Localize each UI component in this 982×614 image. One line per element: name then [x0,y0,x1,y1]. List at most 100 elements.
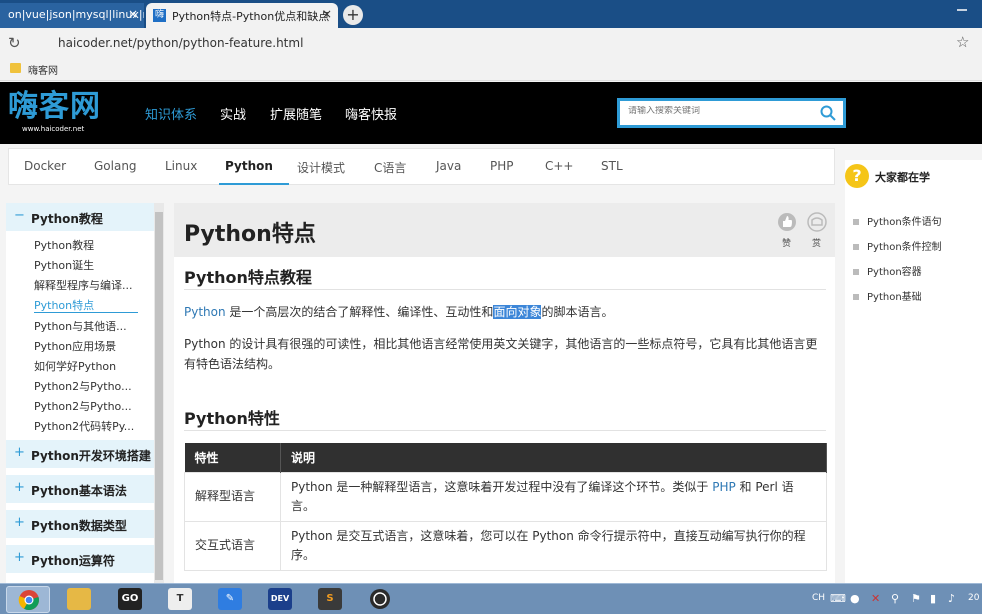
question-icon: ? [845,164,869,188]
active-item-underline [34,312,138,313]
features-table: 特性 说明 解释型语言 Python 是一种解释型语言，这意味着开发过程中没有了… [184,443,827,571]
bookmarks-bar: 嗨客网 [0,57,982,81]
sidebar-item[interactable]: 如何学好Python [34,358,116,374]
network-icon[interactable]: ✕ [871,592,880,605]
php-link[interactable]: PHP [712,480,736,494]
sidebar-item[interactable]: Python2与Pytho... [34,378,132,394]
site-logo[interactable]: 嗨客网 www.haicoder.net [8,89,102,139]
sidebar-item[interactable]: Python诞生 [34,257,94,273]
bullet-icon [853,219,859,225]
url-field[interactable]: haicoder.net/python/python-feature.html [32,32,942,54]
subnav-design-patterns[interactable]: 设计模式 [297,159,345,176]
taskbar-typora[interactable]: T [158,586,202,613]
sidebar-section-title: Python数据类型 [31,519,127,533]
pen-icon: ✎ [218,588,242,610]
subnav-stl[interactable]: STL [601,159,623,173]
nav-knowledge[interactable]: 知识体系 [145,104,197,123]
browser-tab[interactable]: on|vue|json|mysql|linux|re × [0,3,144,28]
reward-label: 赏 [812,239,822,249]
table-cell-description: Python 是交互式语言，这意味着，您可以在 Python 命令行提示符中，直… [280,520,827,571]
search-icon[interactable] [819,104,837,122]
nav-practice[interactable]: 实战 [220,104,246,123]
search-input[interactable] [628,106,818,116]
usb-icon[interactable]: ⚲ [891,592,899,605]
subnav-c[interactable]: C语言 [374,159,406,176]
article: Python特点 赞 赏 Python特点教程 Python 是一个高层次的结合… [174,203,835,583]
subnav-java[interactable]: Java [436,159,461,173]
tab-title: Python特点-Python优点和缺点 [172,10,330,23]
close-tab-icon[interactable]: × [322,7,332,21]
sidebar-section[interactable]: − Python教程 [6,203,154,231]
sidebar-section-title: Python运算符 [31,554,115,568]
new-tab-button[interactable]: + [343,5,363,25]
logo-text: 嗨客网 [8,89,101,124]
bookmark-star-icon[interactable]: ☆ [956,33,969,51]
taskbar-chrome[interactable] [6,586,50,613]
sidebar-item[interactable]: Python应用场景 [34,338,116,354]
taskbar-devcpp[interactable]: DEV [258,586,302,613]
keyboard-icon[interactable]: ⌨ [830,592,846,605]
table-header-row: 特性 说明 [184,443,827,472]
bullet-icon [853,294,859,300]
subnav-php[interactable]: PHP [490,159,514,173]
folder-icon [10,63,21,73]
popular-item-label: Python容器 [867,267,922,278]
reload-icon[interactable]: ↻ [8,34,21,52]
taskbar-obs[interactable] [358,586,402,613]
tray-app-icon[interactable]: ● [850,592,860,605]
sidebar-section[interactable]: + Python基本语法 [6,475,154,503]
sidebar-item[interactable]: Python教程 [34,237,94,253]
flag-icon[interactable]: ⚑ [911,592,921,605]
subnav-python[interactable]: Python [225,159,273,173]
sidebar-item[interactable]: 解释型程序与编译... [34,277,133,293]
browser-tabbar: on|vue|json|mysql|linux|re × 嗨 Python特点-… [0,0,982,28]
sidebar-item-active[interactable]: Python特点 [34,297,94,313]
popular-item[interactable]: Python基础 [853,288,922,303]
tray-language[interactable]: CH [812,593,825,603]
sidebar-scroll-thumb[interactable] [155,212,163,580]
nav-essays[interactable]: 扩展随笔 [270,104,322,123]
sidebar-item[interactable]: Python2代码转Py... [34,418,134,434]
bookmark-link[interactable]: 嗨客网 [28,62,58,77]
table-header-feature: 特性 [184,443,281,472]
reward-icon[interactable] [807,212,827,232]
table-row: 交互式语言 Python 是交互式语言，这意味着，您可以在 Python 命令行… [184,520,827,571]
sidebar-item[interactable]: Python与其他语... [34,318,127,334]
popular-item[interactable]: Python条件语句 [853,213,942,228]
sidebar-section[interactable]: + Python数据类型 [6,510,154,538]
popular-item[interactable]: Python条件控制 [853,238,942,253]
sidebar-section-title: Python开发环境搭建 [31,449,151,463]
taskbar-explorer[interactable] [57,586,101,613]
battery-icon[interactable]: ▮ [930,592,936,605]
subnav-cpp[interactable]: C++ [545,159,574,173]
nav-news[interactable]: 嗨客快报 [345,104,397,123]
python-link[interactable]: Python [184,305,226,319]
close-tab-icon[interactable]: × [128,7,138,21]
clock[interactable]: 20 [968,593,979,603]
design-paragraph: Python 的设计具有很强的可读性，相比其他语言经常使用英文关键字，其他语言的… [184,337,818,371]
taskbar: GO T ✎ DEV S CH ⌨ ● ✕ ⚲ ⚑ ▮ ♪ 20 [0,583,982,614]
sidebar-item[interactable]: Python2与Pytho... [34,398,132,414]
chrome-icon [18,590,39,611]
search-box [617,98,846,128]
like-icon[interactable] [777,212,797,232]
taskbar-goland[interactable]: GO [108,586,152,613]
sidebar-section[interactable]: + Python运算符 [6,545,154,573]
sidebar-section[interactable]: + Python开发环境搭建 [6,440,154,468]
popular-item-label: Python条件语句 [867,217,942,228]
taskbar-notes[interactable]: ✎ [208,586,252,613]
volume-icon[interactable]: ♪ [948,592,955,605]
subnav-golang[interactable]: Golang [94,159,137,173]
minimize-icon[interactable] [955,0,969,18]
popular-item[interactable]: Python容器 [853,263,922,278]
section-heading: Python特点教程 [184,268,312,287]
browser-tab-active[interactable]: 嗨 Python特点-Python优点和缺点 × [146,3,338,28]
bullet-icon [853,244,859,250]
table-cell-feature: 交互式语言 [184,520,281,571]
collapse-icon: − [14,208,25,223]
taskbar-sublime[interactable]: S [308,586,352,613]
subnav-linux[interactable]: Linux [165,159,197,173]
subnav-docker[interactable]: Docker [24,159,66,173]
divider [184,289,826,290]
expand-icon: + [14,515,25,530]
